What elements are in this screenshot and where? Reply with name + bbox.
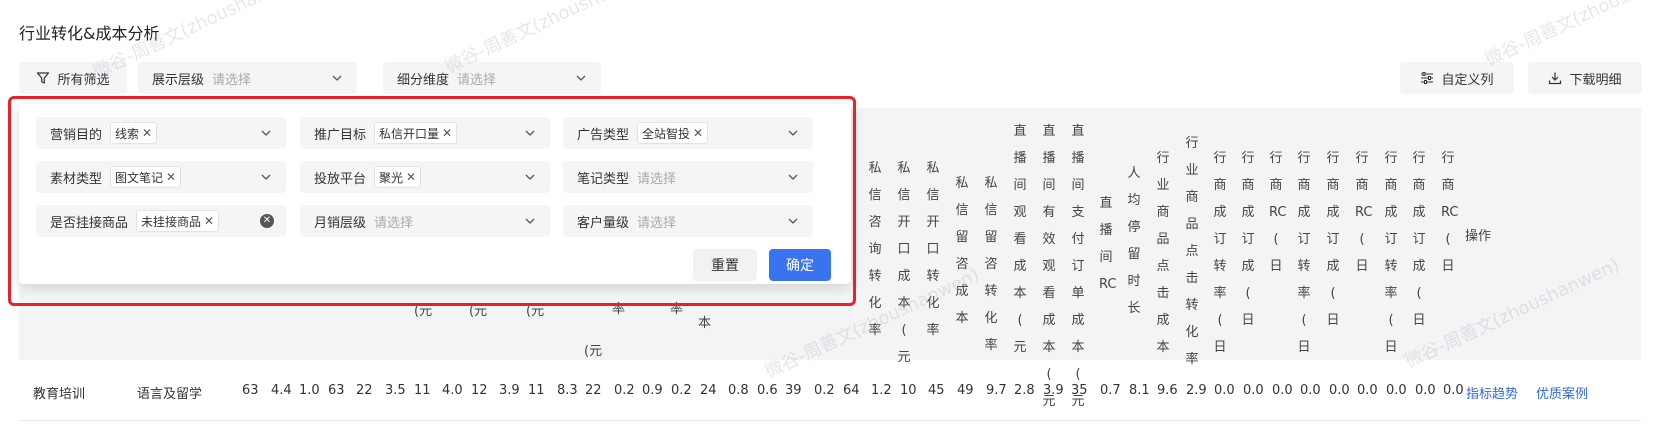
column-header[interactable]: 行业商品点击转化率	[1185, 130, 1199, 373]
value-cell: 24	[700, 383, 717, 398]
custom-columns-label: 自定义列	[1441, 72, 1494, 88]
value-cell: 4.4	[271, 383, 292, 398]
column-header[interactable]: 行商成订成(日	[1326, 145, 1340, 334]
value-cell: 0.7	[1100, 383, 1121, 398]
column-header[interactable]: 行商 RC(日	[1269, 145, 1286, 280]
value-cell: 0.0	[1243, 383, 1264, 398]
value-cell: 11	[528, 383, 545, 398]
column-header[interactable]: 行商成订转率(日	[1384, 145, 1398, 361]
sub-dimension-select[interactable]: 细分维度 请选择	[383, 62, 601, 94]
custom-columns-button[interactable]: 自定义列	[1400, 62, 1514, 94]
column-header[interactable]: 直播间 RC	[1099, 190, 1116, 298]
value-cell: 0.6	[757, 383, 778, 398]
value-cell: 49	[957, 383, 974, 398]
column-header[interactable]: 直播间观看成本(元	[1013, 118, 1027, 361]
column-header-fragment: 本	[698, 316, 712, 331]
value-cell: 0.0	[1357, 383, 1378, 398]
value-cell: 39	[785, 383, 802, 398]
value-cell: 0.0	[1329, 383, 1350, 398]
column-header[interactable]: 私信开口成本(元	[897, 155, 911, 371]
value-cell: 63	[242, 383, 259, 398]
all-filters-label: 所有筛选	[57, 72, 110, 88]
value-cell: 63	[328, 383, 345, 398]
value-cell: 0.2	[671, 383, 692, 398]
chevron-down-icon	[332, 75, 342, 81]
value-cell: 64	[843, 383, 860, 398]
value-cell: 9.7	[986, 383, 1007, 398]
column-header[interactable]: 私信开口转化率	[926, 155, 940, 344]
column-header[interactable]: 私信留咨转化率	[984, 170, 998, 359]
highlight-box	[8, 96, 856, 306]
value-cell: 3.5	[385, 383, 406, 398]
value-cell: 45	[928, 383, 945, 398]
chevron-down-icon	[576, 75, 586, 81]
page-title: 行业转化&成本分析	[19, 24, 160, 43]
column-header[interactable]: 私信咨询转化率	[868, 155, 882, 344]
value-cell: 0.0	[1415, 383, 1436, 398]
value-cell: 0.0	[1214, 383, 1235, 398]
value-cell: 1.2	[871, 383, 892, 398]
display-level-select[interactable]: 展示层级 请选择	[138, 62, 357, 94]
industry-cell: 教育培训	[33, 387, 86, 402]
display-level-label: 展示层级	[152, 72, 205, 88]
quality-cases-link[interactable]: 优质案例	[1536, 383, 1588, 402]
column-header[interactable]: 行商成订成(日	[1412, 145, 1426, 334]
sliders-icon	[1421, 72, 1434, 84]
value-cell: 0.0	[1272, 383, 1293, 398]
column-header[interactable]: 行商成订转率(日	[1213, 145, 1227, 361]
value-cell: 35	[1071, 383, 1088, 398]
column-header[interactable]: 直播间有效观看成本(元	[1042, 118, 1056, 415]
download-icon	[1549, 72, 1562, 85]
column-header[interactable]: 行商成订转率(日	[1297, 145, 1311, 361]
value-cell: 11	[414, 383, 431, 398]
column-header[interactable]: 行业商品点击成本	[1156, 145, 1170, 361]
value-cell: 8.1	[1129, 383, 1150, 398]
value-cell: 0.0	[1300, 383, 1321, 398]
value-cell: 3.9	[499, 383, 520, 398]
column-header-fragment: (元	[584, 344, 603, 359]
indicator-trend-link[interactable]: 指标趋势	[1466, 383, 1518, 402]
display-level-placeholder: 请选择	[212, 72, 252, 88]
value-cell: 22	[356, 383, 373, 398]
column-header[interactable]: 人均停留时长	[1127, 160, 1141, 322]
sub-dimension-placeholder: 请选择	[457, 72, 497, 88]
operation-column-header: 操作	[1465, 229, 1492, 244]
row-divider	[19, 420, 1641, 421]
column-header[interactable]: 直播间支付订单成本(元	[1071, 118, 1085, 415]
value-cell: 0.9	[642, 383, 663, 398]
value-cell: 0.0	[1386, 383, 1407, 398]
value-cell: 0.2	[614, 383, 635, 398]
value-cell: 4.0	[442, 383, 463, 398]
value-cell: 1.0	[299, 383, 320, 398]
download-detail-button[interactable]: 下载明细	[1528, 62, 1642, 94]
column-header[interactable]: 行商 RC(日	[1441, 145, 1458, 280]
column-header[interactable]: 行商成订成(日	[1241, 145, 1255, 334]
value-cell: 3.9	[1043, 383, 1064, 398]
value-cell: 10	[900, 383, 917, 398]
value-cell: 2.8	[1014, 383, 1035, 398]
column-header[interactable]: 私信留咨成本	[955, 170, 969, 332]
watermark: 微谷-周善文(zhoushanwen)	[1481, 0, 1660, 71]
download-detail-label: 下载明细	[1569, 72, 1622, 88]
sub-dimension-label: 细分维度	[397, 72, 450, 88]
value-cell: 8.3	[557, 383, 578, 398]
column-header[interactable]: 行商 RC(日	[1355, 145, 1372, 280]
value-cell: 2.9	[1186, 383, 1207, 398]
value-cell: 0.0	[1443, 383, 1464, 398]
value-cell: 0.2	[814, 383, 835, 398]
value-cell: 9.6	[1157, 383, 1178, 398]
all-filters-button[interactable]: 所有筛选	[19, 62, 127, 94]
value-cell: 22	[585, 383, 602, 398]
filter-icon	[37, 72, 50, 84]
value-cell: 12	[471, 383, 488, 398]
category-cell: 语言及留学	[137, 387, 203, 402]
value-cell: 0.8	[728, 383, 749, 398]
